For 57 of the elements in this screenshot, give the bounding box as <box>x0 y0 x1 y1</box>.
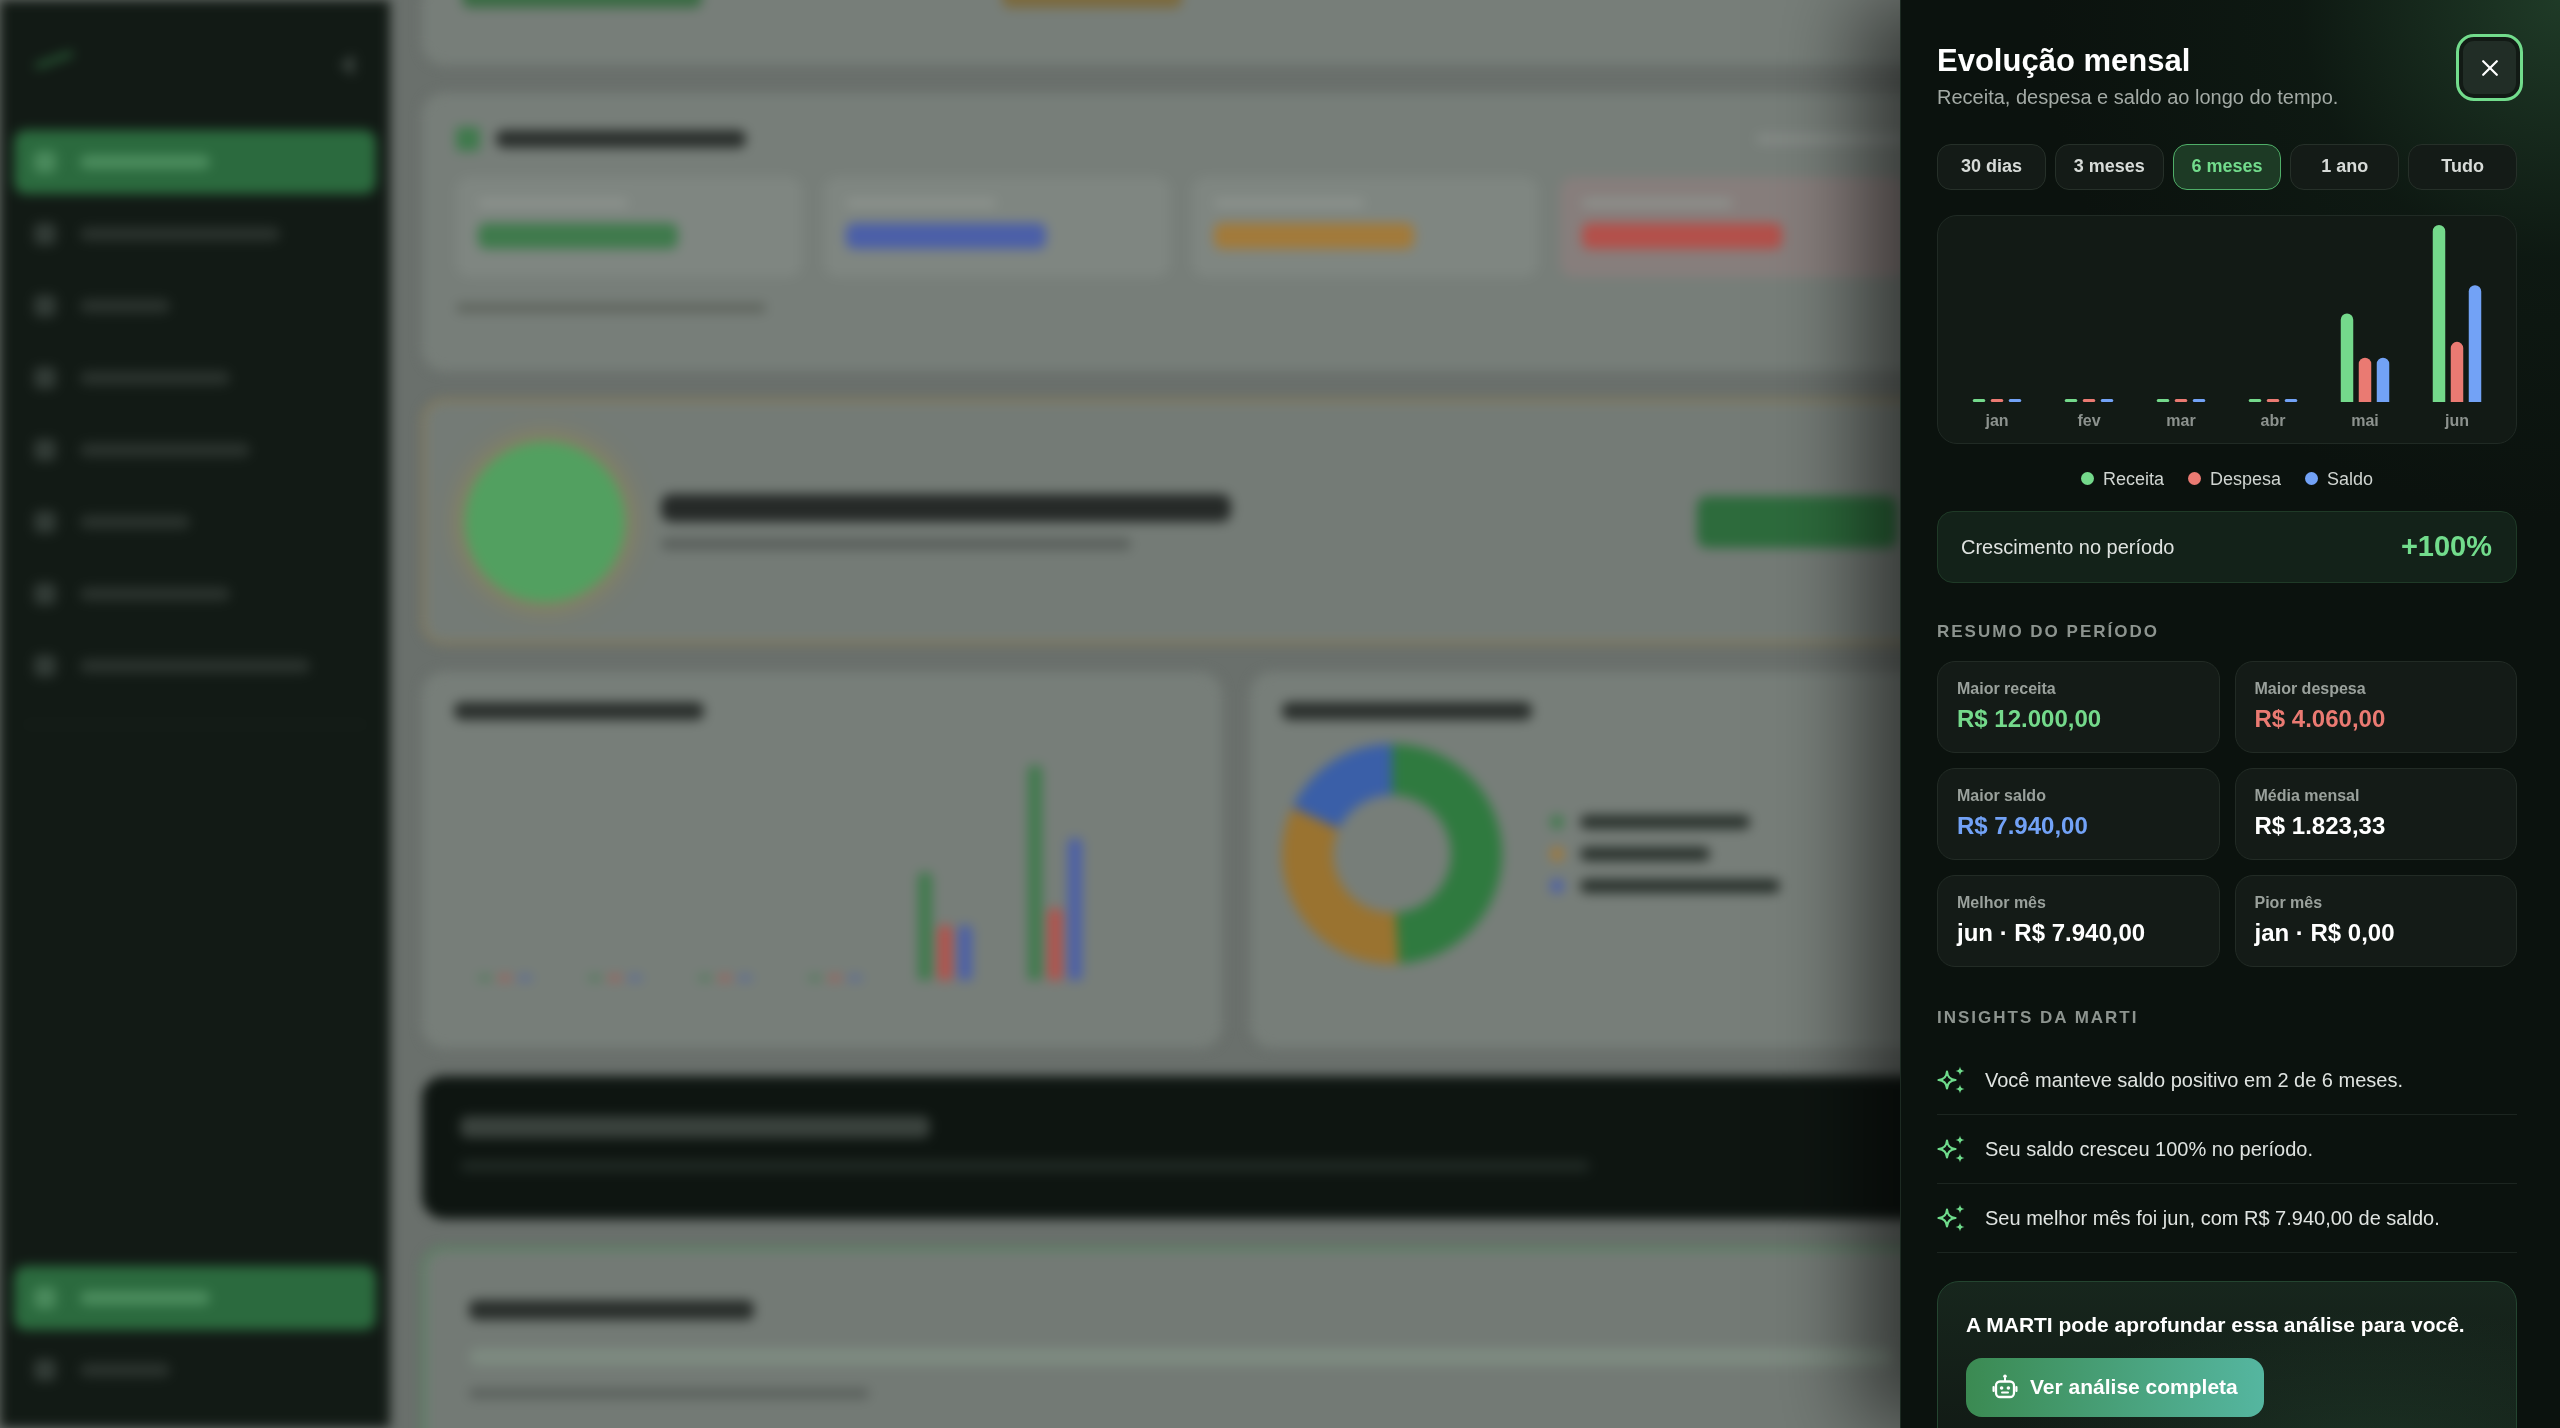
period-tab[interactable]: Tudo <box>2408 143 2517 190</box>
chart-bar <box>2082 398 2096 402</box>
panel-title: Evolução mensal <box>1937 43 2192 79</box>
summary-label: Maior receita <box>1957 678 2057 699</box>
chart-bar <box>2376 357 2390 402</box>
chart-bar <box>2266 398 2280 402</box>
legend-label: Saldo <box>2327 469 2374 488</box>
summary-label: Melhor mês <box>1957 892 2047 913</box>
axis-label: mai <box>2351 411 2379 429</box>
axis-label: fev <box>2077 411 2101 429</box>
chart-bar <box>2192 398 2206 402</box>
chart-bar <box>1990 398 2004 402</box>
sparkle-icon <box>1937 1134 1965 1163</box>
growth-value: +100% <box>2400 528 2492 564</box>
close-icon <box>2481 59 2498 76</box>
chart-bar <box>2358 357 2372 402</box>
chart-bar <box>2248 398 2262 402</box>
panel-subtitle: Receita, despesa e saldo ao longo do tempo. <box>1937 84 2339 109</box>
axis-label: jan <box>1985 411 2009 429</box>
period-tab[interactable]: 30 dias <box>1937 143 2046 190</box>
period-tab[interactable]: 1 ano <box>2290 143 2400 190</box>
insight-text: Seu melhor mês foi jun, com R$ 7.940,00 de saldo. <box>1985 1205 2440 1231</box>
summary-label: Maior despesa <box>2254 678 2367 699</box>
insight-text: Seu saldo cresceu 100% no período. <box>1985 1136 2313 1162</box>
summary-value: jan · R$ 0,00 <box>2254 917 2396 948</box>
section-heading: INSIGHTS DA MARTI <box>1937 1007 2140 1028</box>
growth-label: Crescimento no período <box>1961 534 2175 560</box>
sparkle-icon <box>1937 1065 1965 1094</box>
section-heading: RESUMO DO PERÍODO <box>1937 621 2160 642</box>
axis-label: mar <box>2166 411 2196 429</box>
summary-value: jun · R$ 7.940,00 <box>1957 917 2147 948</box>
axis-label: abr <box>2260 411 2286 429</box>
robot-icon <box>1992 1374 2018 1401</box>
summary-label: Média mensal <box>2254 785 2361 806</box>
summary-value: R$ 4.060,00 <box>2254 703 2387 734</box>
period-tab[interactable]: 6 meses <box>2172 143 2282 190</box>
chart-bar <box>2064 398 2078 402</box>
legend-label: Receita <box>2102 469 2164 488</box>
cta-text: A MARTI pode aprofundar essa análise para você. <box>1966 1311 2466 1338</box>
legend-label: Despesa <box>2209 469 2281 488</box>
chart-bar <box>2450 341 2464 402</box>
summary-value: R$ 7.940,00 <box>1957 810 2089 841</box>
chart-bar <box>2174 398 2188 402</box>
insight-text: Você manteve saldo positivo em 2 de 6 meses. <box>1985 1067 2403 1093</box>
summary-value: R$ 12.000,00 <box>1957 703 2103 734</box>
chart-bar <box>2100 398 2114 402</box>
period-tab[interactable]: 3 meses <box>2054 143 2164 190</box>
sparkle-icon <box>1937 1203 1965 1232</box>
axis-label: jun <box>2445 411 2469 429</box>
summary-value: R$ 1.823,33 <box>2254 810 2387 841</box>
summary-label: Maior saldo <box>1957 785 2047 806</box>
chart-bar <box>1972 398 1986 402</box>
chart-bar <box>2156 398 2170 402</box>
summary-label: Pior mês <box>2254 892 2324 913</box>
close-button[interactable] <box>2456 34 2523 101</box>
chart-bar <box>2008 398 2022 402</box>
chart-bar <box>2284 398 2298 402</box>
